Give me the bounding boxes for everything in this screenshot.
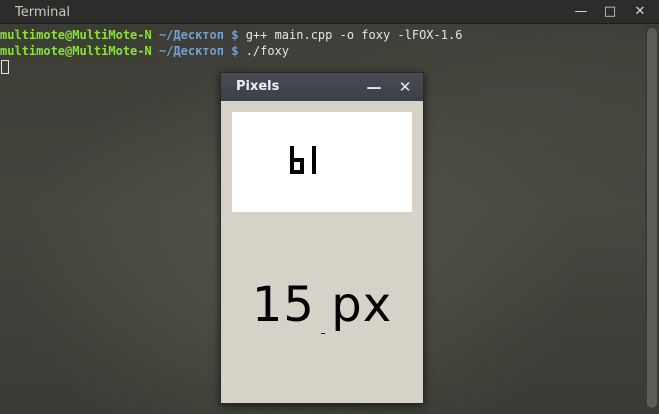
prompt-path: ~/Десктоп [158, 28, 224, 42]
glyph-preview-canvas [232, 112, 412, 212]
close-icon[interactable]: ✕ [631, 3, 649, 21]
terminal-titlebar[interactable]: Terminal — □ ✕ [0, 0, 659, 24]
pixels-title: Pixels [236, 79, 280, 94]
baseline-mark [321, 333, 325, 334]
pixels-window[interactable]: Pixels — ✕ 15 px [220, 72, 424, 404]
prompt-dollar: $ [231, 28, 239, 42]
terminal-line: multimote@MultiMote-N ~/Десктоп $ g++ ma… [0, 27, 644, 43]
minimize-icon[interactable]: — [364, 77, 384, 97]
prompt-user: multimote@MultiMote-N [0, 44, 152, 58]
maximize-icon[interactable]: □ [601, 3, 619, 21]
prompt-path: ~/Десктоп [158, 44, 224, 58]
terminal-line: multimote@MultiMote-N ~/Десктоп $ ./foxy [0, 43, 644, 59]
scrollbar-thumb[interactable] [647, 28, 657, 408]
pixel-glyph [290, 146, 316, 174]
command-text: ./foxy [245, 44, 290, 58]
text-cursor [1, 60, 9, 74]
terminal-title: Terminal [15, 5, 70, 20]
command-text: g++ main.cpp -o foxy -lFOX-1.6 [245, 28, 463, 42]
terminal-output[interactable]: multimote@MultiMote-N ~/Десктоп $ g++ ma… [0, 27, 644, 75]
pixels-titlebar[interactable]: Pixels — ✕ [221, 73, 423, 101]
prompt-dollar: $ [231, 44, 239, 58]
terminal-scrollbar[interactable] [645, 25, 659, 414]
close-icon[interactable]: ✕ [395, 77, 415, 97]
prompt-user: multimote@MultiMote-N [0, 28, 152, 42]
minimize-icon[interactable]: — [572, 3, 590, 21]
pixel-size-label: 15 px [251, 277, 393, 333]
